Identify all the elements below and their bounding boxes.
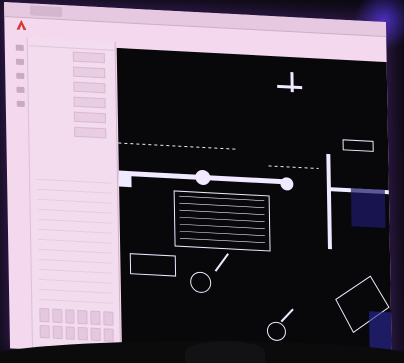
selection-highlight bbox=[350, 188, 386, 229]
drawing-detail bbox=[190, 271, 212, 293]
tool-icon[interactable] bbox=[65, 325, 76, 340]
tool-icon[interactable] bbox=[103, 327, 114, 342]
column-marker bbox=[195, 169, 211, 185]
tool-icon[interactable] bbox=[16, 72, 25, 80]
drawing-detail bbox=[129, 253, 177, 277]
app-logo-icon[interactable] bbox=[16, 19, 27, 31]
properties-panel bbox=[28, 37, 121, 349]
property-value[interactable] bbox=[72, 51, 105, 64]
cad-drawing bbox=[118, 72, 392, 363]
tool-icon[interactable] bbox=[16, 100, 25, 108]
property-value[interactable] bbox=[73, 81, 106, 94]
tool-icon[interactable] bbox=[39, 324, 50, 339]
property-row bbox=[30, 121, 116, 141]
leader-arrow bbox=[280, 308, 294, 323]
properties-list bbox=[36, 169, 114, 308]
drawing-detail bbox=[266, 321, 286, 341]
tool-icon[interactable] bbox=[52, 325, 63, 340]
tool-icon[interactable] bbox=[16, 86, 25, 94]
drawing-detail bbox=[342, 139, 374, 152]
tool-icon[interactable] bbox=[77, 309, 88, 324]
dimension-line bbox=[118, 142, 239, 150]
tool-palette bbox=[39, 307, 114, 342]
drawing-canvas[interactable] bbox=[116, 47, 392, 363]
tool-icon[interactable] bbox=[103, 311, 114, 326]
column-marker bbox=[280, 177, 294, 191]
audience-silhouette bbox=[185, 341, 265, 363]
photo-frame bbox=[0, 0, 404, 363]
tool-icon[interactable] bbox=[90, 310, 101, 325]
projected-screen bbox=[4, 2, 392, 363]
property-value[interactable] bbox=[73, 96, 106, 109]
tool-icon[interactable] bbox=[78, 326, 89, 341]
tool-icon[interactable] bbox=[39, 307, 50, 322]
wall-line bbox=[277, 84, 303, 90]
leader-arrow bbox=[214, 253, 229, 272]
tool-icon[interactable] bbox=[90, 327, 101, 342]
tool-icon[interactable] bbox=[15, 58, 25, 66]
property-value[interactable] bbox=[73, 111, 107, 124]
browser-tab[interactable] bbox=[30, 5, 63, 18]
tool-icon[interactable] bbox=[64, 309, 76, 324]
dimension-line bbox=[268, 165, 319, 170]
tool-icon[interactable] bbox=[15, 44, 24, 52]
property-value[interactable] bbox=[73, 66, 106, 79]
tool-icon[interactable] bbox=[52, 308, 63, 323]
wall-line bbox=[326, 153, 332, 250]
door-block bbox=[118, 171, 132, 188]
property-value[interactable] bbox=[74, 126, 107, 139]
